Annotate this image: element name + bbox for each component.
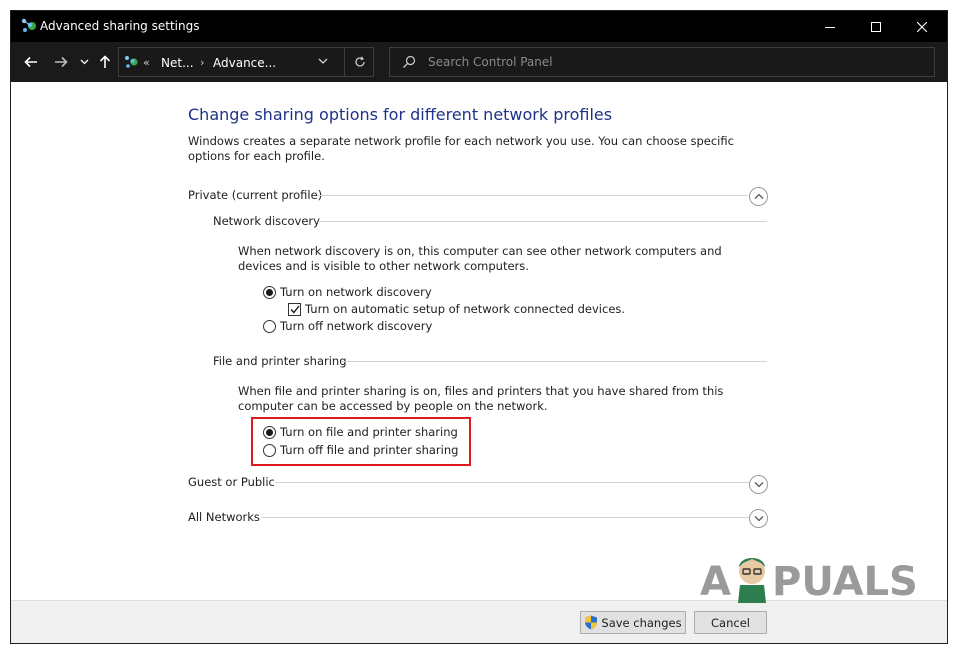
network-discovery-description: When network discovery is on, this compu… xyxy=(238,244,722,273)
checkmark-icon xyxy=(289,305,300,314)
chevron-down-icon xyxy=(80,59,88,65)
breadcrumb-network[interactable]: Net... xyxy=(161,56,194,70)
file-sharing-off-label[interactable]: Turn off file and printer sharing xyxy=(280,443,458,457)
all-networks-divider xyxy=(261,517,749,518)
settings-content: Change sharing options for different net… xyxy=(11,82,947,600)
minimize-button[interactable] xyxy=(807,11,853,42)
mascot-icon xyxy=(738,558,766,603)
auto-setup-checkbox[interactable] xyxy=(288,302,301,316)
search-input[interactable] xyxy=(428,54,908,70)
page-heading: Change sharing options for different net… xyxy=(188,105,613,124)
forward-button[interactable] xyxy=(50,51,72,73)
network-discovery-divider xyxy=(319,221,767,222)
file-printer-sharing-label: File and printer sharing xyxy=(213,354,347,368)
uac-shield-icon xyxy=(585,615,598,630)
auto-setup-label[interactable]: Turn on automatic setup of network conne… xyxy=(305,302,625,316)
chevron-down-icon xyxy=(754,516,763,522)
watermark-letter-a: A xyxy=(700,559,731,605)
breadcrumb-arrow[interactable]: › xyxy=(200,56,204,69)
chevron-down-icon xyxy=(754,482,763,488)
cancel-button[interactable]: Cancel xyxy=(694,611,767,634)
arrow-left-icon xyxy=(24,56,37,68)
recent-locations-button[interactable] xyxy=(77,51,91,73)
network-discovery-label: Network discovery xyxy=(213,214,320,228)
up-button[interactable] xyxy=(95,51,115,73)
address-bar[interactable]: « Net... › Advance... xyxy=(118,47,374,77)
window-title: Advanced sharing settings xyxy=(40,19,200,33)
title-bar[interactable]: Advanced sharing settings xyxy=(11,11,947,42)
private-profile-collapse-button[interactable] xyxy=(749,187,768,206)
all-networks-expand-button[interactable] xyxy=(749,509,768,528)
refresh-icon xyxy=(354,56,365,67)
appuals-watermark: A PUALS xyxy=(700,558,918,605)
chevron-up-icon xyxy=(754,193,763,199)
close-icon xyxy=(917,21,927,32)
breadcrumb-overflow[interactable]: « xyxy=(143,56,150,69)
network-discovery-on-option[interactable]: Turn on network discovery xyxy=(263,285,432,299)
network-discovery-on-label[interactable]: Turn on network discovery xyxy=(280,285,432,299)
private-profile-divider xyxy=(318,195,748,196)
auto-setup-option[interactable]: Turn on automatic setup of network conne… xyxy=(288,302,625,316)
network-discovery-off-label[interactable]: Turn off network discovery xyxy=(280,319,432,333)
file-sharing-on-option[interactable]: Turn on file and printer sharing xyxy=(263,425,458,439)
all-networks-label[interactable]: All Networks xyxy=(188,510,260,524)
private-profile-label[interactable]: Private (current profile) xyxy=(188,188,322,202)
breadcrumb-advanced[interactable]: Advance... xyxy=(213,56,276,70)
network-app-icon xyxy=(21,18,36,32)
file-sharing-off-option[interactable]: Turn off file and printer sharing xyxy=(263,443,458,457)
guest-public-divider xyxy=(275,482,749,483)
save-changes-label: Save changes xyxy=(601,615,682,630)
close-button[interactable] xyxy=(899,11,945,42)
save-changes-button[interactable]: Save changes xyxy=(580,611,686,634)
network-discovery-on-radio[interactable] xyxy=(263,285,276,299)
network-discovery-off-radio[interactable] xyxy=(263,319,276,333)
file-printer-sharing-description: When file and printer sharing is on, fil… xyxy=(238,384,724,413)
guest-public-label[interactable]: Guest or Public xyxy=(188,475,275,489)
guest-public-expand-button[interactable] xyxy=(749,475,768,494)
network-location-icon xyxy=(125,56,138,68)
maximize-button[interactable] xyxy=(853,11,899,42)
file-printer-sharing-divider xyxy=(341,361,767,362)
arrow-up-icon xyxy=(99,55,111,68)
arrow-right-icon xyxy=(55,56,68,68)
file-sharing-on-label[interactable]: Turn on file and printer sharing xyxy=(280,425,458,439)
address-dropdown-icon[interactable] xyxy=(318,55,328,67)
watermark-text-puals: PUALS xyxy=(772,559,918,605)
navigation-bar: « Net... › Advance... xyxy=(11,42,947,82)
search-box[interactable] xyxy=(389,47,935,77)
back-button[interactable] xyxy=(20,51,42,73)
search-icon xyxy=(403,55,416,68)
file-sharing-off-radio[interactable] xyxy=(263,443,276,457)
minimize-icon xyxy=(825,26,835,28)
dialog-footer: Save changes Cancel xyxy=(11,600,947,643)
file-sharing-on-radio[interactable] xyxy=(263,425,276,439)
page-intro: Windows creates a separate network profi… xyxy=(188,134,734,163)
maximize-icon xyxy=(871,21,881,32)
network-discovery-off-option[interactable]: Turn off network discovery xyxy=(263,319,432,333)
refresh-button[interactable] xyxy=(344,48,374,76)
